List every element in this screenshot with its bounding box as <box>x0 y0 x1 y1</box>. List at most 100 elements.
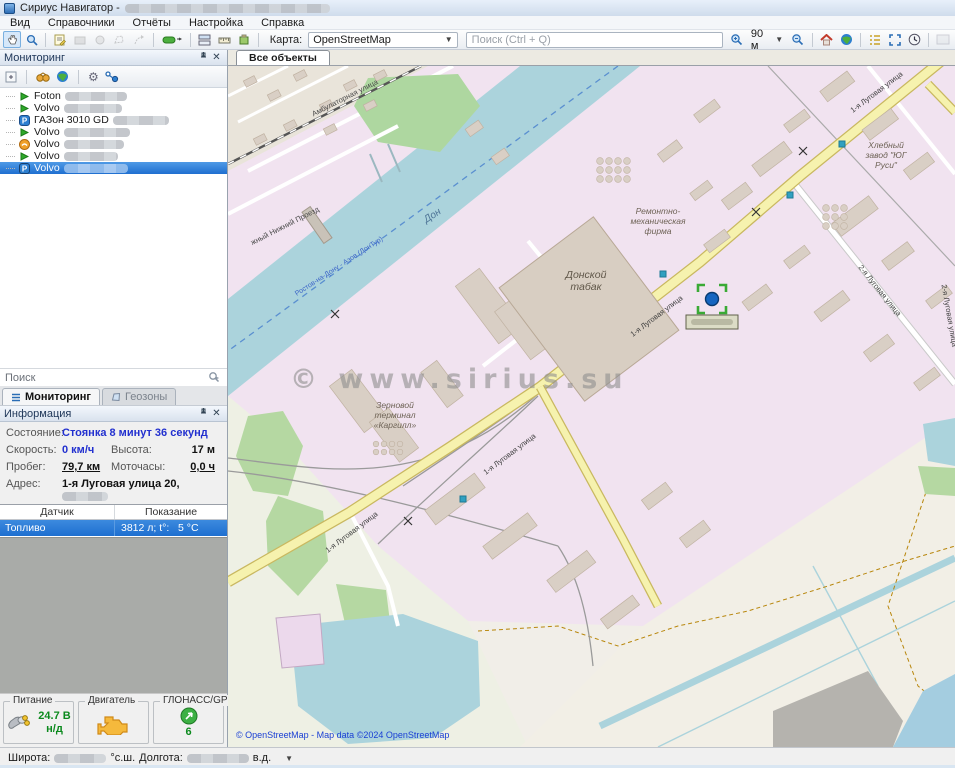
vehicle-row-selected[interactable]: P Volvo <box>0 162 227 174</box>
sensor-column-header[interactable]: Датчик <box>0 505 115 519</box>
coords-dropdown-button[interactable]: ▼ <box>285 754 293 763</box>
hand-icon <box>6 34 18 46</box>
tab-geozones[interactable]: Геозоны <box>102 388 176 405</box>
pan-tool-button[interactable] <box>3 31 21 48</box>
vehicle-label: Volvo <box>34 126 60 138</box>
sidebar-tabs: Мониторинг Геозоны <box>0 386 227 406</box>
menu-directories[interactable]: Справочники <box>48 17 115 29</box>
title-bar[interactable]: Сириус Навигатор - <box>0 0 955 16</box>
expand-all-button[interactable] <box>5 71 17 83</box>
address-label: Адрес: <box>6 478 62 502</box>
hours-value[interactable]: 0,0 ч <box>169 461 221 473</box>
selection-brackets-icon <box>889 34 901 46</box>
list-icon <box>11 393 21 402</box>
ruler-button[interactable] <box>215 31 233 48</box>
vehicle-row[interactable]: Volvo <box>0 138 227 150</box>
hours-label: Моточасы: <box>111 461 169 473</box>
fit-selection-button[interactable] <box>886 31 904 48</box>
svg-text:P: P <box>22 116 28 125</box>
altitude-label: Высота: <box>111 444 169 456</box>
gauge-panel: Питание 24.7 В н/д Двигатель <box>0 693 227 747</box>
globe-icon[interactable] <box>56 70 69 83</box>
history-button[interactable] <box>906 31 924 48</box>
redacted-address <box>62 492 108 501</box>
svg-text:табак: табак <box>570 281 602 293</box>
parked-status-icon: P <box>19 163 30 174</box>
gear-icon[interactable]: ⚙ <box>88 70 99 84</box>
map-provider-select[interactable]: OpenStreetMap ▼ <box>308 32 457 48</box>
cargo-icon <box>238 34 250 46</box>
menu-settings[interactable]: Настройка <box>189 17 243 29</box>
info-panel-header: Информация ✕ <box>0 406 227 422</box>
geozone-route-button[interactable] <box>130 31 148 48</box>
zoom-in-button[interactable] <box>727 31 745 48</box>
vehicle-row[interactable]: Volvo <box>0 126 227 138</box>
tab-monitoring[interactable]: Мониторинг <box>2 388 100 405</box>
map-area: Все объекты <box>228 50 955 747</box>
svg-text:Руси": Руси" <box>875 160 898 170</box>
tree-search-placeholder: Поиск <box>5 372 208 384</box>
sensor-row-selected[interactable]: Топливо 3812 л; t°: 5 °C <box>0 520 227 536</box>
selected-vehicle-label-plate <box>686 315 738 329</box>
connection-icon[interactable] <box>105 71 119 83</box>
minimap-icon <box>936 34 950 45</box>
svg-text:Ремонтно-: Ремонтно- <box>636 206 681 216</box>
menu-reports[interactable]: Отчёты <box>133 17 171 29</box>
redacted-vehicle-name <box>64 140 124 149</box>
geozone-group-button[interactable] <box>71 31 89 48</box>
binoculars-icon[interactable] <box>36 71 50 83</box>
close-icon[interactable]: ✕ <box>210 52 223 63</box>
app-window: Сириус Навигатор - Вид Справочники Отчёт… <box>0 0 955 768</box>
vehicle-row[interactable]: Foton <box>0 90 227 102</box>
vehicle-row[interactable]: Volvo <box>0 150 227 162</box>
map-canvas[interactable]: Амбулаторная улица жный Нижний Проезд Ро… <box>228 66 955 747</box>
longitude-label: Долгота: <box>139 752 183 764</box>
plug-icon <box>6 712 32 734</box>
split-view-button[interactable] <box>196 31 214 48</box>
minimap-button[interactable] <box>934 31 952 48</box>
map-scale-select[interactable]: 90 м ▼ <box>747 31 787 48</box>
legend-button[interactable] <box>866 31 884 48</box>
value-column-header[interactable]: Показание <box>115 505 227 519</box>
pin-icon[interactable] <box>197 407 210 420</box>
map-tab-label: Все объекты <box>249 52 317 64</box>
map-scale-value: 90 м <box>751 28 773 52</box>
engine-icon <box>97 711 131 735</box>
zoom-out-button[interactable] <box>789 31 807 48</box>
map-select-label: Карта: <box>270 34 303 46</box>
global-search-input[interactable]: Поиск (Ctrl + Q) <box>466 32 724 48</box>
close-icon[interactable]: ✕ <box>210 408 223 419</box>
geozone-circle-button[interactable] <box>91 31 109 48</box>
edit-button[interactable] <box>51 31 69 48</box>
redacted-vehicle-name <box>64 152 118 161</box>
zoom-tool-button[interactable] <box>23 31 41 48</box>
info-panel-title: Информация <box>4 408 197 420</box>
cargo-button[interactable] <box>235 31 253 48</box>
menu-help[interactable]: Справка <box>261 17 304 29</box>
route-zone-icon <box>133 34 145 46</box>
redacted-vehicle-name <box>65 92 127 101</box>
tree-search-input[interactable]: Поиск <box>0 368 227 386</box>
svg-text:фирма: фирма <box>644 226 671 236</box>
poi-label-tobacco: Донской табак <box>565 269 607 293</box>
track-button[interactable] <box>159 31 185 48</box>
poi-label-grain: Зерновой терминал «Каргилл» <box>374 400 417 430</box>
menu-view[interactable]: Вид <box>10 17 30 29</box>
moving-status-icon <box>19 103 30 114</box>
mileage-label: Пробег: <box>6 461 62 473</box>
vehicle-row[interactable]: P ГАЗон 3010 GD <box>0 114 227 126</box>
redacted-vehicle-name <box>113 116 169 125</box>
mileage-value[interactable]: 79,7 км <box>62 461 111 473</box>
status-bar: Широта: °с.ш. Долгота: в.д. ▼ <box>0 747 955 768</box>
pin-icon[interactable] <box>197 51 210 64</box>
folder-icon <box>74 34 86 46</box>
polygon-zone-icon <box>113 34 125 46</box>
vehicle-row[interactable]: Volvo <box>0 102 227 114</box>
power-gauge-label: Питание <box>10 695 55 706</box>
map-tab-all-objects[interactable]: Все объекты <box>236 50 330 65</box>
geozone-polygon-button[interactable] <box>111 31 129 48</box>
globe-button[interactable] <box>838 31 856 48</box>
longitude-units: в.д. <box>253 752 271 764</box>
home-button[interactable] <box>818 31 836 48</box>
sensor-table: Датчик Показание Топливо 3812 л; t°: 5 °… <box>0 504 227 537</box>
